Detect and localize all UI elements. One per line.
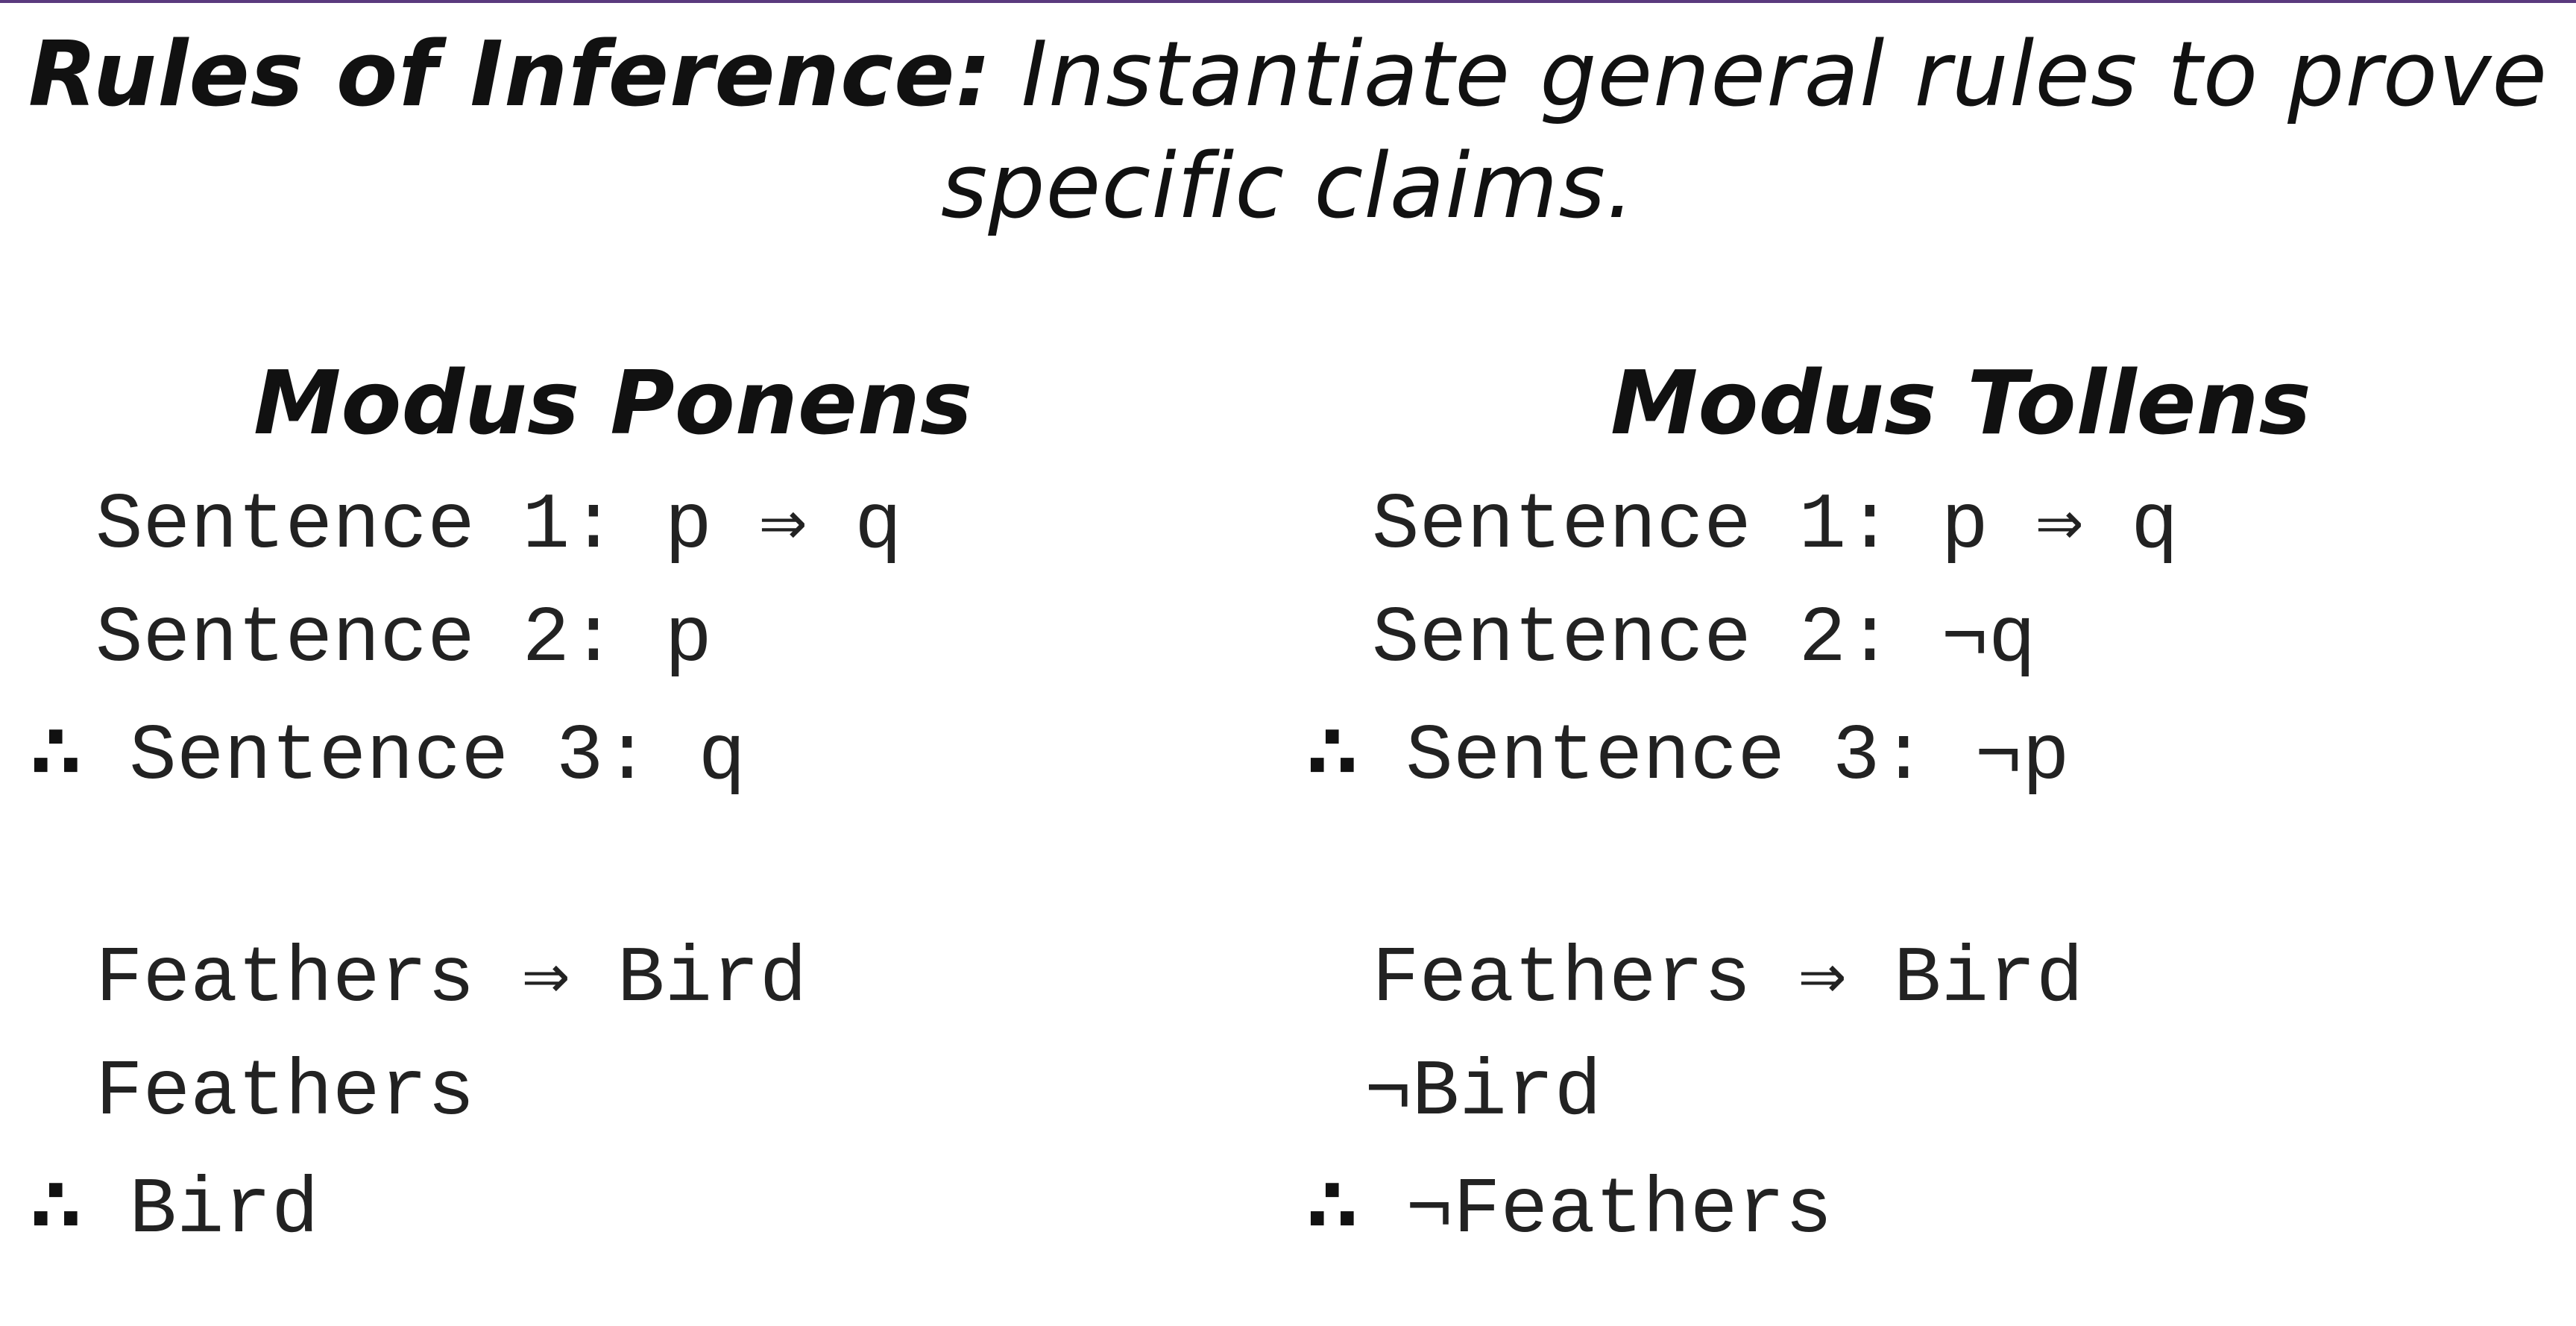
- mp-conclusion-line: ∴ Sentence 3: q: [30, 704, 746, 805]
- mp-sentence-3: Sentence 3: q: [129, 712, 746, 802]
- slide-title: Rules of Inference: Instantiate general …: [0, 19, 2576, 243]
- mt-example-premise-1: Feathers ⇒ Bird: [1372, 934, 2084, 1024]
- therefore-symbol: ∴: [30, 708, 82, 796]
- mp-sentence-1: Sentence 1: p ⇒ q: [95, 481, 902, 571]
- therefore-symbol: ∴: [1306, 708, 1358, 796]
- mt-sentence-2: Sentence 2: ¬q: [1372, 594, 2036, 684]
- therefore-symbol: ∴: [1306, 1162, 1358, 1249]
- modus-tollens-heading: Modus Tollens: [1610, 351, 2311, 454]
- mp-example-premise-2: Feathers: [95, 1048, 475, 1137]
- mt-example-premise-2: ¬Bird: [1364, 1048, 1602, 1137]
- therefore-symbol: ∴: [30, 1162, 82, 1249]
- title-rest-part: Instantiate general rules to prove speci…: [940, 23, 2548, 239]
- top-accent-rule: [0, 0, 2576, 3]
- mt-sentence-3: Sentence 3: ¬p: [1405, 712, 2070, 802]
- mt-sentence-1: Sentence 1: p ⇒ q: [1372, 481, 2179, 571]
- mp-example-premise-1: Feathers ⇒ Bird: [95, 934, 807, 1024]
- mt-example-conclusion: ¬Feathers: [1405, 1166, 1833, 1255]
- modus-ponens-heading: Modus Ponens: [253, 351, 973, 454]
- mp-example-conclusion-line: ∴ Bird: [30, 1157, 319, 1259]
- mt-example-conclusion-line: ∴ ¬Feathers: [1306, 1157, 1833, 1259]
- title-bold-part: Rules of Inference:: [28, 23, 992, 127]
- mp-example-conclusion: Bird: [129, 1166, 319, 1255]
- mt-conclusion-line: ∴ Sentence 3: ¬p: [1306, 704, 2070, 805]
- mp-sentence-2: Sentence 2: p: [95, 594, 712, 684]
- slide: Rules of Inference: Instantiate general …: [0, 0, 2576, 1326]
